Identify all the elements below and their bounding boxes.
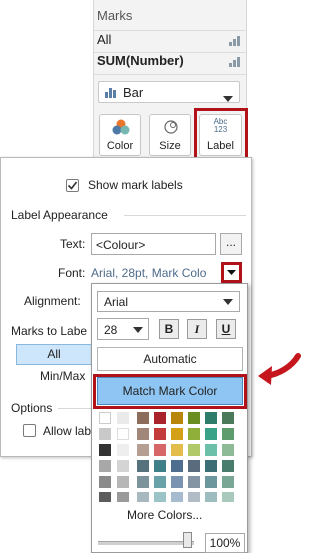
divider (124, 215, 246, 216)
color-button-label: Color (106, 140, 134, 152)
color-swatch[interactable] (117, 444, 129, 456)
automatic-text: Automatic (143, 352, 197, 366)
font-label: Font: (58, 266, 86, 280)
bold-button[interactable]: B (159, 319, 179, 339)
divider (93, 30, 247, 31)
mark-type-value: Bar (123, 85, 144, 100)
bar-chart-icon (229, 57, 241, 67)
pane-sum-number-label: SUM(Number) (97, 53, 184, 68)
text-ellipsis-button[interactable]: ... (220, 233, 242, 255)
bar-chart-icon (105, 86, 117, 98)
text-field[interactable]: <Colour> (91, 233, 216, 255)
font-dropdown-button[interactable] (221, 262, 242, 283)
pane-all-label: All (97, 32, 112, 47)
show-labels-checkbox[interactable] (66, 179, 79, 192)
divider (58, 408, 91, 409)
red-arrow-icon (254, 352, 302, 386)
color-circles-icon (112, 119, 130, 138)
options-header: Options (11, 401, 53, 415)
color-swatch[interactable] (99, 460, 111, 472)
color-palette-grid (137, 412, 241, 502)
color-button[interactable]: Color (99, 114, 141, 156)
color-palette-swatches[interactable] (137, 412, 241, 502)
min-max-option[interactable]: Min/Max (40, 369, 91, 383)
allow-labels-text: Allow lab (43, 424, 91, 438)
allow-labels-checkbox[interactable] (23, 424, 36, 437)
chevron-down-icon (133, 327, 143, 333)
automatic-color-button[interactable]: Automatic (97, 347, 243, 371)
color-swatch[interactable] (117, 476, 129, 488)
checkmark-icon (67, 181, 78, 190)
font-family-value: Arial (104, 295, 129, 309)
color-swatch[interactable] (117, 428, 129, 440)
marks-to-label-all[interactable]: All (16, 344, 92, 365)
font-value-link[interactable]: Arial, 28pt, Mark Colo (91, 266, 221, 280)
opacity-value: 100% (209, 536, 241, 550)
opacity-input[interactable]: 100% (205, 533, 245, 553)
color-swatch[interactable] (117, 412, 129, 424)
text-label: Text: (60, 237, 86, 251)
color-swatch[interactable] (117, 492, 129, 502)
label-button-highlight (194, 108, 248, 162)
text-field-value: <Colour> (96, 238, 146, 252)
size-button-label: Size (159, 140, 181, 152)
chevron-down-icon (223, 299, 233, 305)
opacity-slider-track[interactable] (98, 541, 194, 545)
divider (93, 74, 247, 75)
pane-sum-number[interactable]: SUM(Number) (97, 53, 245, 73)
opacity-slider-handle[interactable] (183, 532, 192, 548)
marks-title: Marks (97, 8, 133, 23)
more-colors-link[interactable]: More Colors... (127, 508, 202, 522)
font-size-select[interactable]: 28 (97, 318, 149, 340)
mark-type-dropdown[interactable]: Bar (98, 81, 240, 103)
color-swatch[interactable] (99, 492, 111, 502)
italic-button[interactable]: I (187, 319, 207, 339)
label-appearance-header: Label Appearance (11, 208, 108, 222)
alignment-label: Alignment: (24, 294, 81, 308)
color-swatch[interactable] (99, 428, 111, 440)
marks-to-label-header: Marks to Labe (11, 324, 88, 338)
all-option-text: All (47, 347, 61, 361)
match-mark-color-highlight (93, 374, 247, 409)
underline-button[interactable]: U (216, 319, 236, 339)
color-swatch[interactable] (99, 476, 111, 488)
pane-all[interactable]: All (97, 32, 245, 52)
bar-chart-icon (229, 36, 241, 46)
color-swatch[interactable] (99, 444, 111, 456)
chevron-down-icon (227, 270, 236, 275)
color-swatch[interactable] (99, 412, 111, 424)
show-labels-text: Show mark labels (88, 178, 183, 192)
size-circle-icon (163, 119, 179, 138)
size-button[interactable]: Size (149, 114, 191, 156)
font-family-select[interactable]: Arial (97, 291, 240, 312)
color-swatch[interactable] (117, 460, 129, 472)
font-size-value: 28 (104, 323, 118, 337)
chevron-down-icon (223, 90, 233, 105)
